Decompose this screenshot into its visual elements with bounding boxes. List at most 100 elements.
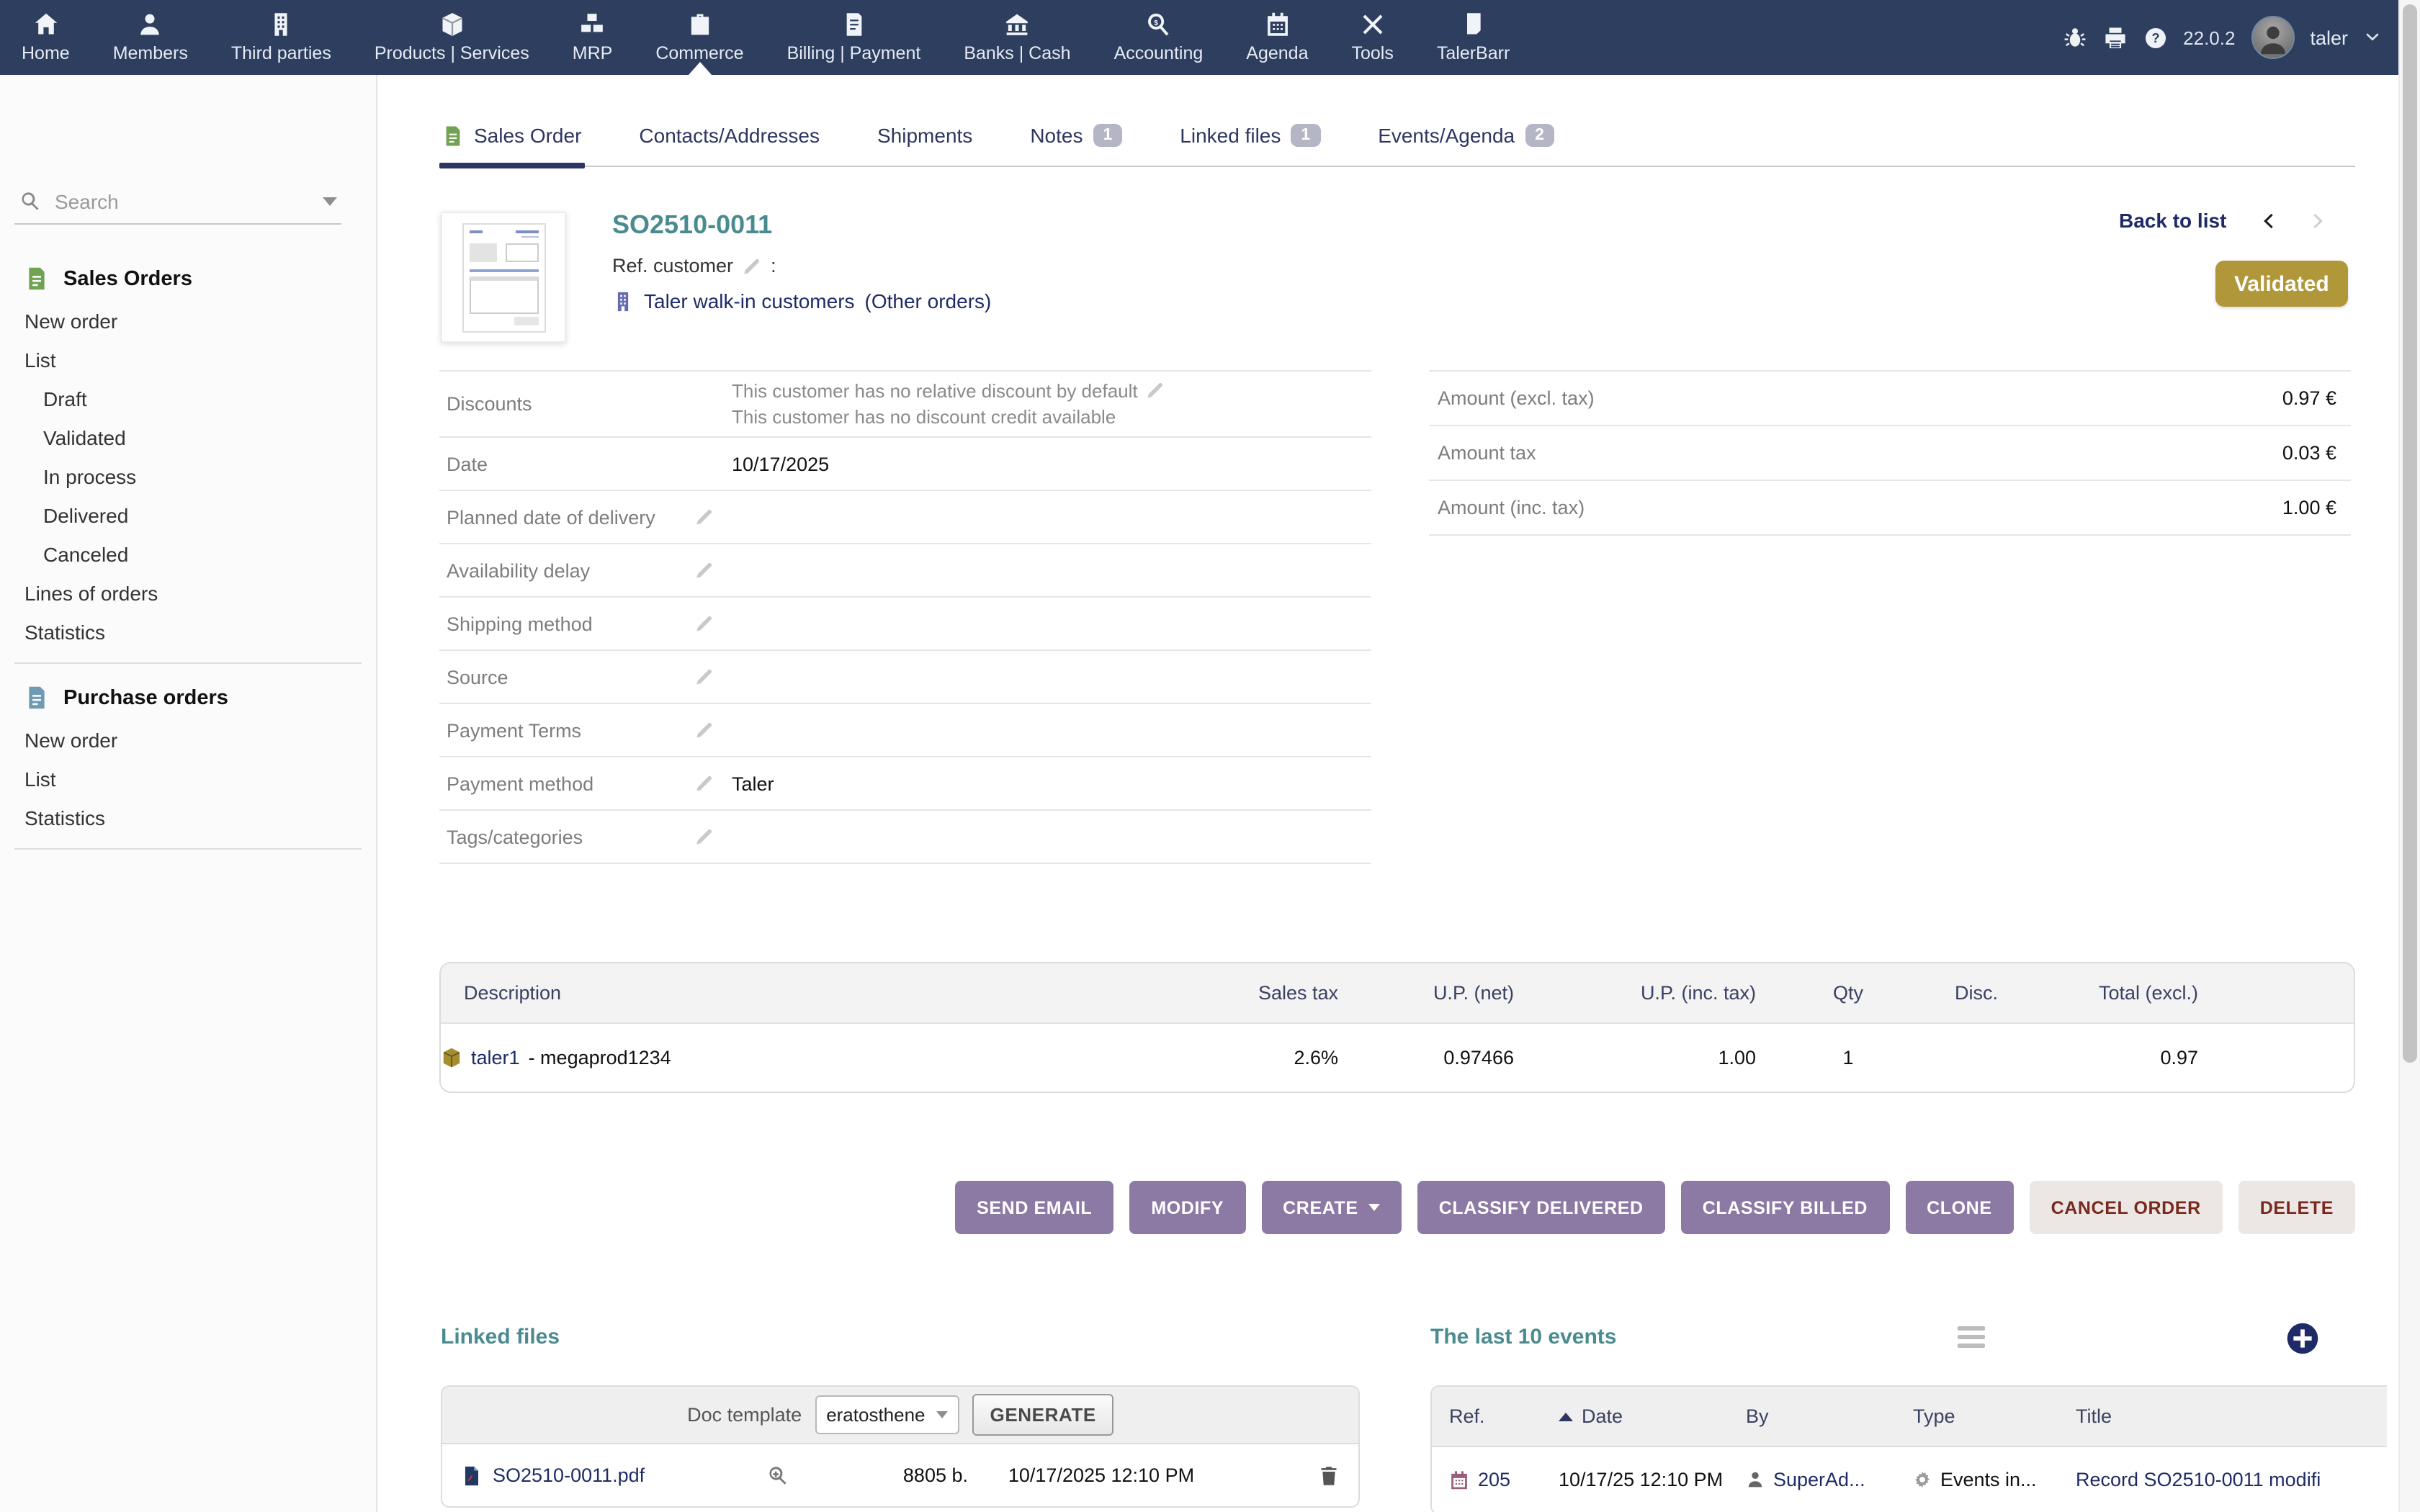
avatar-person-icon (2255, 23, 2290, 58)
nav-tools[interactable]: Tools (1330, 0, 1415, 75)
add-event-button[interactable] (2286, 1322, 2319, 1355)
edit-pencil-icon[interactable] (694, 667, 714, 687)
detail-row-payment-terms: Payment Terms (439, 704, 1371, 757)
detail-row-date: Date 10/17/2025 (439, 438, 1371, 491)
cancel-order-button[interactable]: CANCEL ORDER (2030, 1181, 2223, 1234)
delete-button[interactable]: DELETE (2238, 1181, 2355, 1234)
nav-mrp[interactable]: MRP (551, 0, 635, 75)
ref-customer-label: Ref. customer (612, 255, 733, 276)
edit-pencil-icon[interactable] (694, 613, 714, 634)
clone-button[interactable]: CLONE (1905, 1181, 2014, 1234)
bug-report-icon[interactable] (2062, 25, 2087, 50)
delete-file-trash-icon[interactable] (1318, 1464, 1340, 1487)
edit-pencil-icon[interactable] (694, 773, 714, 793)
classify-billed-button[interactable]: CLASSIFY BILLED (1681, 1181, 1889, 1234)
nav-third-parties[interactable]: Third parties (210, 0, 353, 75)
detail-value: 10/17/2025 (732, 453, 829, 474)
customer-link[interactable]: Taler walk-in customers (644, 289, 855, 312)
modify-button[interactable]: MODIFY (1129, 1181, 1245, 1234)
amounts-table: Amount (excl. tax) 0.97 € Amount tax 0.0… (1429, 370, 2351, 536)
event-ref-link[interactable]: 205 (1478, 1469, 1510, 1490)
line-row[interactable]: taler1 - megaprod1234 2.6% 0.97466 1.00 … (441, 1024, 2354, 1092)
detail-label: Source (447, 666, 694, 688)
send-email-button[interactable]: SEND EMAIL (955, 1181, 1113, 1234)
scrollbar-thumb[interactable] (2403, 4, 2417, 1063)
bill-icon (841, 12, 866, 37)
preview-zoom-icon[interactable] (766, 1464, 789, 1487)
lines-header-row: Description Sales tax U.P. (net) U.P. (i… (441, 963, 2354, 1024)
print-icon[interactable] (2102, 25, 2127, 50)
sidebar-item-in-process[interactable]: In process (0, 456, 376, 495)
linked-file-name-link[interactable]: SO2510-0011.pdf (493, 1464, 645, 1486)
classify-delivered-button[interactable]: CLASSIFY DELIVERED (1417, 1181, 1665, 1234)
nav-agenda[interactable]: Agenda (1224, 0, 1330, 75)
col-date[interactable]: Date (1541, 1387, 1729, 1446)
previous-record-icon[interactable] (2258, 211, 2277, 230)
event-user-link[interactable]: SuperAd... (1773, 1469, 1865, 1490)
edit-pencil-icon[interactable] (694, 507, 714, 527)
tab-linked-files[interactable]: Linked files 1 (1177, 124, 1323, 166)
create-button[interactable]: CREATE (1261, 1181, 1402, 1234)
tab-notes[interactable]: Notes 1 (1027, 124, 1125, 166)
user-menu[interactable]: taler (2310, 27, 2348, 48)
chevron-down-icon[interactable] (2364, 29, 2381, 46)
edit-pencil-icon[interactable] (694, 560, 714, 580)
sidebar-item-validated[interactable]: Validated (0, 418, 376, 456)
nav-commerce[interactable]: Commerce (634, 0, 765, 75)
back-to-list-link[interactable]: Back to list (2119, 209, 2226, 232)
customer-other-orders-link[interactable]: (Other orders) (865, 289, 992, 312)
nav-accounting[interactable]: Accounting (1093, 0, 1225, 75)
nav-home[interactable]: Home (0, 0, 91, 75)
help-icon[interactable] (2143, 25, 2167, 50)
sidebar-item-new-order[interactable]: New order (0, 301, 376, 340)
sidebar-item-canceled[interactable]: Canceled (0, 534, 376, 573)
sidebar-item-po-list[interactable]: List (0, 759, 376, 798)
nav-billing-payment[interactable]: Billing | Payment (766, 0, 943, 75)
nav-banks-cash[interactable]: Banks | Cash (942, 0, 1092, 75)
document-preview-thumbnail[interactable] (441, 212, 566, 343)
sidebar-section-sales-orders: Sales Orders (0, 256, 376, 301)
events-menu-hamburger-icon[interactable] (1958, 1326, 1985, 1352)
sidebar-item-po-statistics[interactable]: Statistics (0, 798, 376, 837)
nav-products-services[interactable]: Products | Services (353, 0, 551, 75)
building-icon (268, 12, 294, 37)
event-row[interactable]: 205 10/17/25 12:10 PM SuperAd... Events … (1432, 1447, 2387, 1512)
line-up-net: 0.97466 (1338, 1024, 1514, 1092)
doc-template-select[interactable]: eratosthene (815, 1395, 959, 1434)
sidebar-item-lines-of-orders[interactable]: Lines of orders (0, 573, 376, 612)
amount-label: Amount tax (1438, 442, 2282, 464)
sidebar-item-delivered[interactable]: Delivered (0, 495, 376, 534)
nav-members[interactable]: Members (91, 0, 210, 75)
nav-talerbarr[interactable]: TalerBarr (1415, 0, 1531, 75)
detail-row-source: Source (439, 651, 1371, 704)
tab-shipments[interactable]: Shipments (874, 124, 975, 166)
generate-button[interactable]: GENERATE (973, 1394, 1113, 1436)
sidebar-section-purchase-orders: Purchase orders (0, 675, 376, 720)
col-sales-tax: Sales tax (1180, 963, 1338, 1022)
amount-row-tax: Amount tax 0.03 € (1429, 426, 2351, 481)
tab-events-agenda[interactable]: Events/Agenda 2 (1375, 124, 1557, 166)
detail-label: Tags/categories (447, 826, 694, 847)
edit-pencil-icon[interactable] (694, 720, 714, 740)
next-record-icon[interactable] (2308, 211, 2327, 230)
search-input[interactable] (55, 189, 310, 212)
col-title: Title (2058, 1387, 2387, 1446)
linked-file-size: 8805 b. (824, 1464, 968, 1486)
discount-line-2: This customer has no discount credit ava… (732, 404, 1165, 430)
tab-contacts-addresses[interactable]: Contacts/Addresses (636, 124, 823, 166)
amount-row-inc-tax: Amount (inc. tax) 1.00 € (1429, 481, 2351, 536)
sidebar-item-statistics[interactable]: Statistics (0, 612, 376, 651)
nav-label: Home (22, 43, 70, 63)
sidebar-item-draft[interactable]: Draft (0, 379, 376, 418)
search-dropdown-caret-icon[interactable] (323, 197, 337, 205)
product-link[interactable]: taler1 (471, 1047, 520, 1068)
edit-pencil-icon[interactable] (694, 827, 714, 847)
sidebar-item-list[interactable]: List (0, 340, 376, 379)
edit-pencil-icon[interactable] (742, 256, 762, 276)
edit-pencil-icon[interactable] (1145, 379, 1165, 400)
tab-sales-order[interactable]: Sales Order (439, 124, 584, 166)
sidebar-item-po-new-order[interactable]: New order (0, 720, 376, 759)
line-qty: 1 (1756, 1024, 1940, 1092)
avatar[interactable] (2251, 16, 2294, 59)
event-title-link[interactable]: Record SO2510-0011 modifi (2076, 1469, 2321, 1490)
